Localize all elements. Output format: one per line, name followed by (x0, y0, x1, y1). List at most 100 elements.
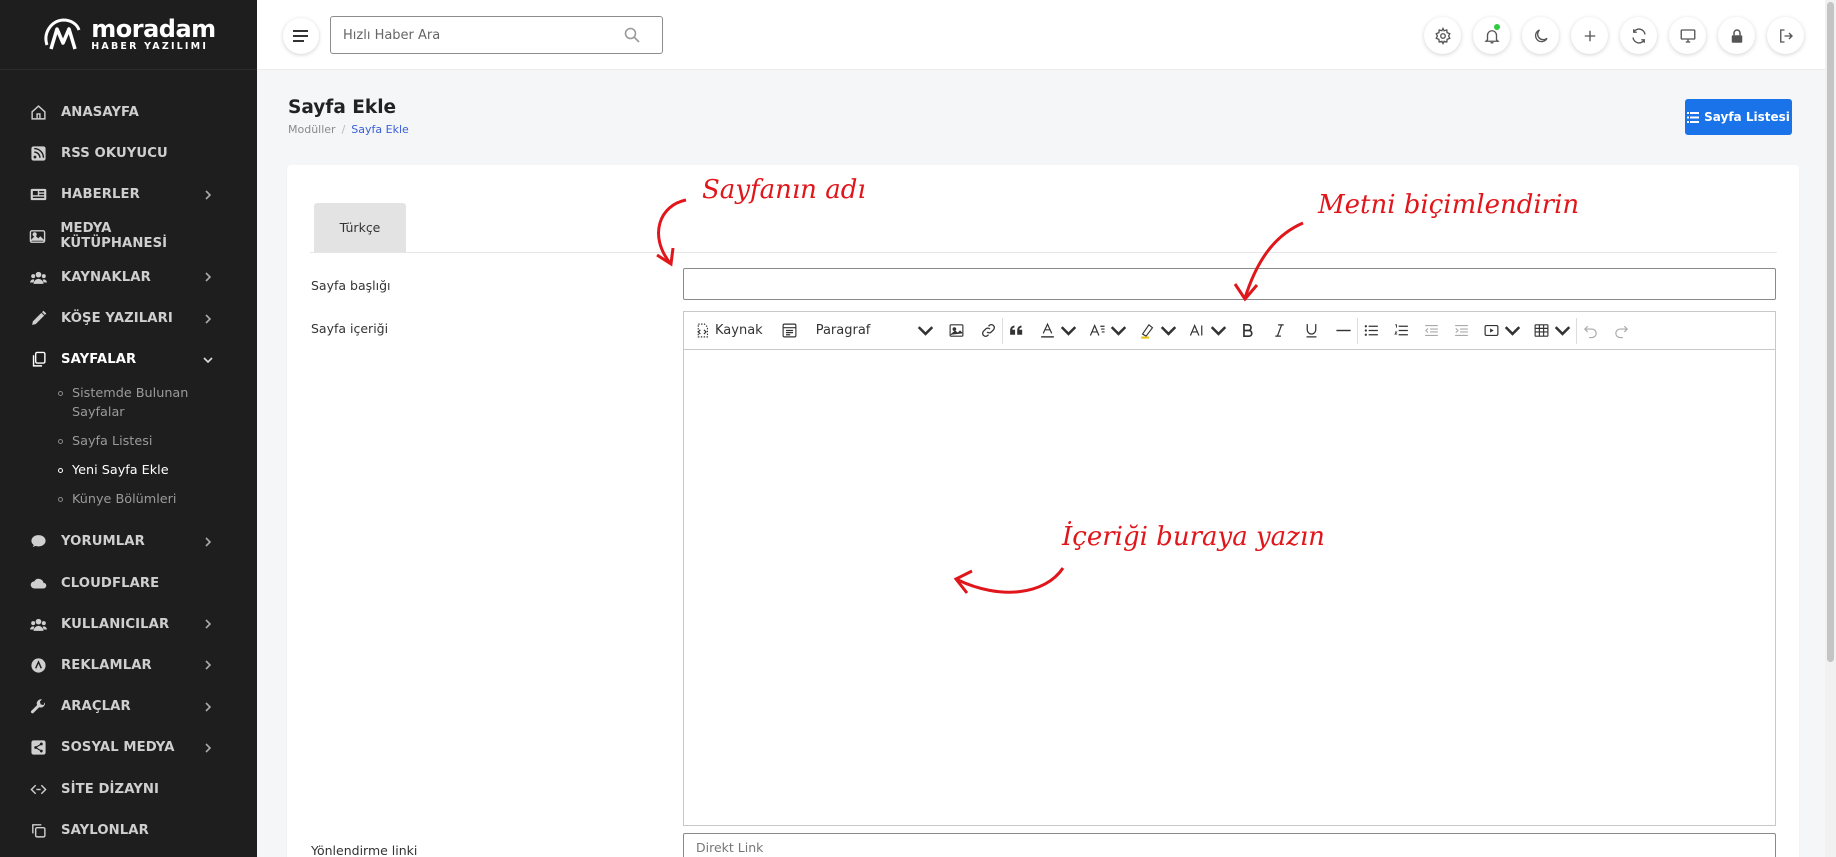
logout-button[interactable] (1767, 17, 1804, 54)
numbered-list-button[interactable] (1393, 316, 1410, 346)
source-button[interactable]: Kaynak (694, 316, 763, 346)
insert-link-button[interactable] (980, 316, 997, 346)
sidebar-subitem-kunye[interactable]: Künye Bölümleri (0, 486, 257, 515)
notifications-button[interactable] (1473, 17, 1510, 54)
preview-site-button[interactable] (1669, 17, 1706, 54)
sidebar-item-label: RSS OKUYUCU (61, 146, 168, 162)
sidebar-item-saylonlar[interactable]: SAYLONLAR (0, 810, 257, 851)
media-embed-button[interactable] (1483, 316, 1521, 346)
logo-subtitle: HABER YAZILIMI (91, 41, 209, 53)
sidebar-submenu-sayfalar: Sistemde Bulunan Sayfalar Sayfa Listesi … (0, 380, 257, 521)
paragraph-format-select[interactable]: Paragraf (816, 316, 934, 346)
redirect-link-field (683, 833, 1776, 857)
editor-toolbar: Kaynak Paragraf (684, 312, 1775, 350)
sidebar-item-label: YORUMLAR (61, 534, 145, 550)
redo-button[interactable] (1613, 316, 1630, 346)
bullet-icon (58, 391, 63, 397)
sidebar-item-araclar[interactable]: ARAÇLAR (0, 686, 257, 727)
topbar-actions (1424, 17, 1804, 54)
outdent-button[interactable] (1423, 316, 1440, 346)
settings-icon (1434, 26, 1451, 45)
undo-button[interactable] (1582, 316, 1599, 346)
insert-image-button[interactable] (948, 316, 965, 346)
lock-icon (1731, 28, 1742, 43)
indent-icon (1454, 324, 1468, 337)
breadcrumb-item[interactable]: Modüller (288, 123, 336, 136)
sidebar-item-reklamlar[interactable]: REKLAMLAR (0, 645, 257, 686)
comment-icon (29, 533, 47, 551)
search-input[interactable] (331, 27, 611, 43)
search-icon[interactable] (624, 27, 640, 43)
copy-icon (29, 821, 47, 839)
sidebar-item-label: SAYLONLAR (61, 822, 149, 838)
sidebar-subitem-yeni-sayfa[interactable]: Yeni Sayfa Ekle (0, 457, 257, 486)
menu-toggle-button[interactable] (283, 18, 319, 54)
chevron-right-icon (205, 537, 212, 547)
quote-icon (1009, 325, 1022, 335)
newspaper-icon (29, 186, 47, 204)
highlight-button[interactable] (1139, 316, 1177, 346)
annotation-content: İçeriği buraya yazın (1062, 522, 1325, 552)
redo-icon (1614, 325, 1628, 339)
template-icon (782, 323, 797, 338)
page-title: Sayfa Ekle (288, 97, 397, 118)
bullet-icon (58, 468, 63, 474)
sidebar-item-haberler[interactable]: HABERLER (0, 174, 257, 215)
moon-icon (1534, 28, 1548, 42)
page-list-button[interactable]: Sayfa Listesi (1685, 99, 1792, 135)
font-size-button[interactable] (1089, 316, 1127, 346)
redirect-link-input[interactable] (684, 834, 1775, 855)
bold-button[interactable] (1239, 316, 1256, 346)
sidebar-subitem-sistemde-bulunan[interactable]: Sistemde Bulunan Sayfalar (0, 380, 257, 428)
sidebar-item-medya[interactable]: MEDYA KÜTÜPHANESİ (0, 216, 257, 257)
scrollbar-thumb[interactable] (1827, 2, 1834, 662)
template-button[interactable] (781, 316, 798, 346)
sidebar-subitem-label: Yeni Sayfa Ekle (72, 463, 169, 479)
chevron-right-icon (205, 190, 212, 200)
sidebar-item-anasayfa[interactable]: ANASAYFA (0, 92, 257, 133)
sidebar-item-sosyal-medya[interactable]: SOSYAL MEDYA (0, 727, 257, 768)
underline-button[interactable] (1303, 316, 1320, 346)
bulleted-list-button[interactable] (1363, 316, 1380, 346)
sidebar-item-sayfalar[interactable]: SAYFALAR (0, 339, 257, 380)
refresh-button[interactable] (1620, 17, 1657, 54)
tab-turkce[interactable]: Türkçe (314, 203, 406, 252)
editor-content-area[interactable] (684, 351, 1775, 825)
sidebar-item-rss[interactable]: RSS OKUYUCU (0, 133, 257, 174)
sidebar-item-cloudflare[interactable]: CLOUDFLARE (0, 563, 257, 604)
sidebar-item-site-dizayni[interactable]: SİTE DİZAYNI (0, 768, 257, 809)
share-icon (29, 739, 47, 757)
dark-mode-button[interactable] (1522, 17, 1559, 54)
indent-button[interactable] (1453, 316, 1470, 346)
sidebar-subitem-sayfa-listesi[interactable]: Sayfa Listesi (0, 428, 257, 457)
home-icon (29, 104, 47, 122)
chevron-down-icon (203, 357, 213, 363)
sidebar-item-label: HABERLER (61, 187, 140, 203)
sidebar-item-kaynaklar[interactable]: KAYNAKLAR (0, 257, 257, 298)
horizontal-line-button[interactable] (1335, 316, 1352, 346)
page-scrollbar[interactable] (1825, 0, 1836, 857)
settings-button[interactable] (1424, 17, 1461, 54)
plus-icon (1584, 30, 1595, 41)
topbar (257, 0, 1836, 70)
sidebar-item-yorumlar[interactable]: YORUMLAR (0, 521, 257, 562)
text-case-button[interactable] (1189, 316, 1227, 346)
annotation-title: Sayfanın adı (702, 175, 866, 205)
font-color-button[interactable] (1039, 316, 1077, 346)
users-icon (29, 615, 47, 633)
italic-button[interactable] (1271, 316, 1288, 346)
chevron-down-icon (917, 326, 933, 336)
italic-icon (1274, 324, 1284, 337)
blockquote-button[interactable] (1008, 316, 1025, 346)
chevron-right-icon (205, 702, 212, 712)
logo[interactable]: moradam HABER YAZILIMI (0, 0, 257, 70)
sidebar-item-kose-yazilari[interactable]: KÖŞE YAZILARI (0, 298, 257, 339)
add-button[interactable] (1571, 17, 1608, 54)
chevron-down-icon (1554, 326, 1570, 336)
hamburger-icon (293, 30, 308, 42)
insert-table-button[interactable] (1533, 316, 1571, 346)
lock-button[interactable] (1718, 17, 1755, 54)
sidebar-item-kullanicilar[interactable]: KULLANICILAR (0, 604, 257, 645)
sidebar-subitem-label: Sistemde Bulunan Sayfalar (72, 386, 189, 421)
sidebar-item-label: REKLAMLAR (61, 657, 152, 673)
